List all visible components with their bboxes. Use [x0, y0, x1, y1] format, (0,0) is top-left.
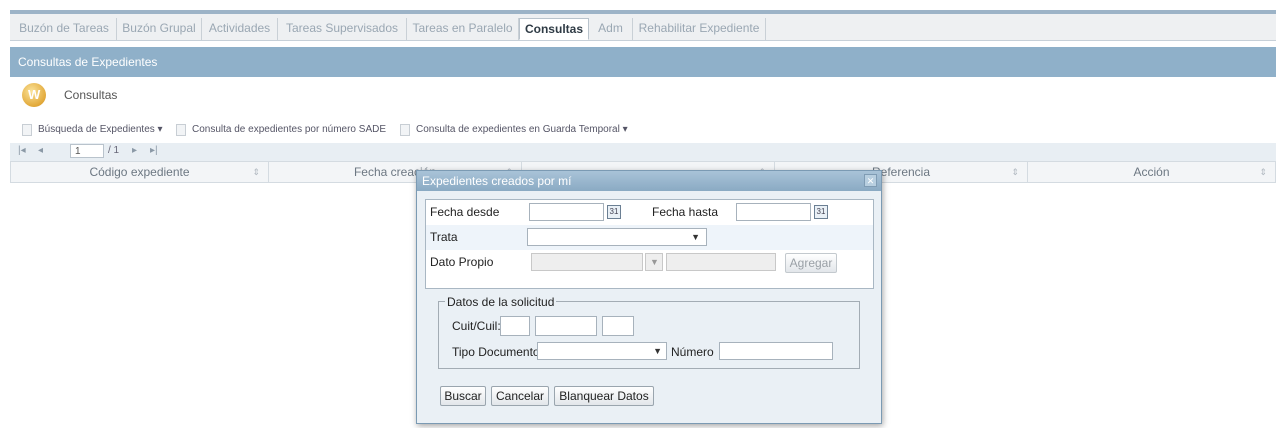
agregar-button[interactable]: Agregar — [785, 253, 837, 273]
expedientes-dialog: Expedientes creados por mí ✕ Fecha desde… — [416, 170, 882, 424]
trata-select[interactable]: ▼ — [527, 228, 707, 246]
sort-icon: ⇕ — [252, 167, 260, 177]
page-total: / 1 — [108, 145, 120, 156]
col-accion[interactable]: Acción ⇕ — [1028, 162, 1275, 182]
first-page-icon[interactable]: |◂ — [18, 145, 26, 156]
document-icon — [22, 124, 32, 136]
document-icon — [176, 124, 186, 136]
panel-header: Consultas de Expedientes — [10, 47, 1276, 77]
fecha-hasta-label: Fecha hasta — [652, 205, 719, 219]
dato-propio-dropdown[interactable]: ▼ — [645, 253, 663, 271]
prev-page-icon[interactable]: ◂ — [38, 145, 43, 156]
tab-tareas-supervisados[interactable]: Tareas Supervisados — [278, 18, 407, 40]
section-row: W Consultas — [10, 80, 1276, 110]
main-tabstrip: Buzón de Tareas Buzón Grupal Actividades… — [10, 14, 1276, 41]
chevron-down-icon: ▼ — [653, 346, 662, 356]
next-page-icon[interactable]: ▸ — [132, 145, 137, 156]
section-title: Consultas — [64, 88, 118, 102]
tab-tareas-en-paralelo[interactable]: Tareas en Paralelo — [407, 18, 519, 40]
cuit-prefix-input[interactable] — [500, 316, 530, 336]
tipo-documento-select[interactable]: ▼ — [537, 342, 667, 360]
cuit-number-input[interactable] — [535, 316, 597, 336]
tab-consultas[interactable]: Consultas — [519, 18, 589, 40]
calendar-icon[interactable]: 31 — [814, 205, 828, 219]
fecha-desde-input[interactable] — [529, 203, 604, 221]
app-logo-icon: W — [22, 83, 46, 107]
col-codigo-expediente[interactable]: Código expediente ⇕ — [11, 162, 269, 182]
trata-label: Trata — [430, 230, 458, 244]
pagination-bar: |◂ ◂ 1 / 1 ▸ ▸| — [10, 143, 1276, 161]
chevron-down-icon: ▾ — [622, 124, 628, 135]
chevron-down-icon: ▼ — [650, 257, 659, 267]
dato-propio-label: Dato Propio — [430, 255, 494, 269]
chevron-down-icon: ▼ — [691, 232, 700, 242]
fecha-hasta-input[interactable] — [736, 203, 811, 221]
busqueda-expedientes-menu[interactable]: Búsqueda de Expedientes ▾ — [22, 122, 163, 138]
consulta-guarda-temporal-menu[interactable]: Consulta de expedientes en Guarda Tempor… — [400, 122, 628, 138]
panel-title: Consultas de Expedientes — [18, 55, 158, 69]
dialog-title: Expedientes creados por mí — [417, 171, 881, 191]
search-toolbar: Búsqueda de Expedientes ▾ Consulta de ex… — [10, 118, 1276, 140]
page-number-input[interactable]: 1 — [70, 144, 104, 158]
cuit-suffix-input[interactable] — [602, 316, 634, 336]
tab-buzon-grupal[interactable]: Buzón Grupal — [117, 18, 202, 40]
tab-buzon-de-tareas[interactable]: Buzón de Tareas — [12, 18, 117, 40]
cancelar-button[interactable]: Cancelar — [491, 386, 549, 406]
last-page-icon[interactable]: ▸| — [150, 145, 158, 156]
numero-label: Número — [671, 345, 714, 359]
dato-propio-select[interactable] — [531, 253, 643, 271]
solicitud-legend: Datos de la solicitud — [445, 295, 557, 309]
tab-actividades[interactable]: Actividades — [202, 18, 278, 40]
tab-rehabilitar-expediente[interactable]: Rehabilitar Expediente — [633, 18, 766, 40]
sort-icon: ⇕ — [1011, 167, 1019, 177]
consulta-numero-sade-button[interactable]: Consulta de expedientes por número SADE — [176, 122, 386, 138]
sort-icon: ⇕ — [1259, 167, 1267, 177]
calendar-icon[interactable]: 31 — [607, 205, 621, 219]
tab-adm[interactable]: Adm — [589, 18, 633, 40]
document-icon — [400, 124, 410, 136]
cuit-label: Cuit/Cuil: — [452, 319, 501, 333]
buscar-button[interactable]: Buscar — [440, 386, 486, 406]
close-icon[interactable]: ✕ — [864, 174, 877, 187]
chevron-down-icon: ▾ — [157, 124, 163, 135]
dato-propio-value-input[interactable] — [666, 253, 776, 271]
blanquear-datos-button[interactable]: Blanquear Datos — [554, 386, 654, 406]
numero-input[interactable] — [719, 342, 833, 360]
fecha-desde-label: Fecha desde — [430, 205, 500, 219]
tipo-documento-label: Tipo Documento — [452, 345, 540, 359]
filter-form: Fecha desde 31 Fecha hasta 31 Trata ▼ Da… — [425, 199, 874, 289]
